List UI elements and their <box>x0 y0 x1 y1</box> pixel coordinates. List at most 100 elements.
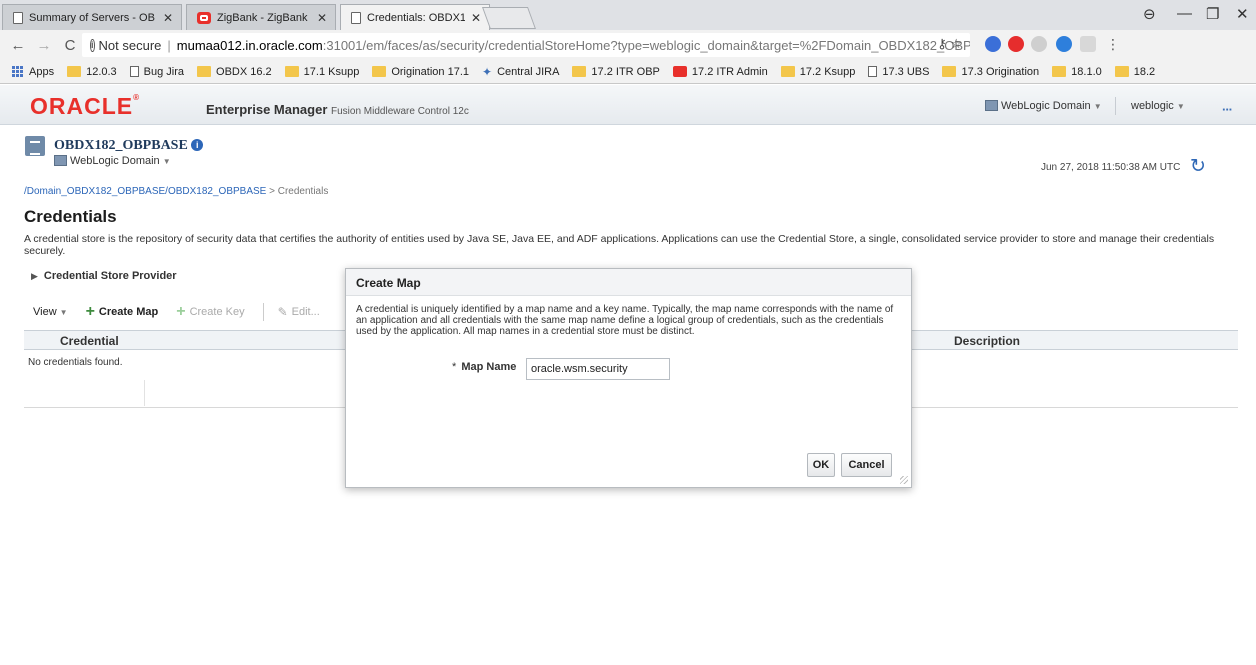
reload-icon[interactable]: C <box>62 37 78 54</box>
forward-icon[interactable]: → <box>36 37 52 54</box>
bookmark-item[interactable]: 12.0.3 <box>67 66 117 78</box>
close-icon[interactable]: ✕ <box>471 11 481 25</box>
bookmark-item[interactable]: 17.3 UBS <box>868 66 929 78</box>
create-map-button[interactable]: + Create Map <box>86 303 159 321</box>
domain-menu-label: WebLogic Domain <box>1001 100 1091 112</box>
bookmark-label: 17.2 ITR Admin <box>691 65 768 78</box>
logo-text: ORACLE <box>30 93 134 119</box>
breadcrumb: /Domain_OBDX182_OBPBASE/OBDX182_OBPBASE … <box>24 186 328 197</box>
plus-icon: + <box>176 303 186 320</box>
breadcrumb-current: Credentials <box>277 186 329 197</box>
extension-icon[interactable] <box>1031 36 1047 52</box>
camera-icon[interactable] <box>1080 36 1096 52</box>
new-tab-button[interactable] <box>481 7 537 29</box>
domain-icon <box>985 100 998 111</box>
folder-icon <box>1114 66 1129 77</box>
dialog-title[interactable]: Create Map <box>346 269 911 296</box>
window-close-icon[interactable]: ✕ <box>1236 5 1249 23</box>
bookmark-item[interactable]: 17.3 Origination <box>942 66 1039 78</box>
bookmark-item[interactable]: OBDX 16.2 <box>197 66 272 78</box>
domain-menu[interactable]: WebLogic Domain ▼ <box>985 100 1102 112</box>
bookmark-apps[interactable]: Apps <box>12 66 54 78</box>
folder-icon <box>67 66 82 77</box>
edit-label: Edit... <box>291 306 320 318</box>
bookmark-label: Central JIRA <box>497 65 560 78</box>
back-icon[interactable]: ← <box>10 37 26 54</box>
bookmark-label: 17.1 Ksupp <box>303 65 360 78</box>
cancel-button[interactable]: Cancel <box>841 453 892 477</box>
bookmark-label: Origination 17.1 <box>391 65 469 78</box>
bookmark-item[interactable]: ✦ Central JIRA <box>482 65 559 79</box>
bookmark-item[interactable]: Origination 17.1 <box>372 66 469 78</box>
browser-tab-credentials[interactable]: Credentials: OBDX182_OI ✕ <box>340 4 490 30</box>
ok-button[interactable]: OK <box>807 453 835 477</box>
breadcrumb-separator: > <box>266 186 278 197</box>
page-description: A credential store is the repository of … <box>24 233 1215 257</box>
map-name-label: * Map Name <box>452 361 516 373</box>
page-timestamp: Jun 27, 2018 11:50:38 AM UTC <box>1041 162 1181 173</box>
zigbank-icon <box>672 66 687 77</box>
page-icon <box>13 11 23 24</box>
chevron-down-icon: ▼ <box>1176 102 1185 111</box>
target-navigation-icon[interactable] <box>25 136 45 156</box>
menu-icon[interactable]: ⋮ <box>1106 36 1120 53</box>
bookmark-label: 17.3 UBS <box>882 65 930 78</box>
product-subtitle: Fusion Middleware Control 12c <box>331 106 469 117</box>
folder-icon <box>372 66 387 77</box>
page-icon <box>868 66 878 77</box>
key-icon[interactable]: ⚷ <box>937 36 947 51</box>
extension-icon[interactable] <box>985 36 1001 52</box>
star-icon[interactable]: ☆ <box>950 36 962 51</box>
credential-store-provider-toggle[interactable]: ▶ Credential Store Provider <box>31 270 177 282</box>
edit-button[interactable]: ✎ Edit... <box>278 305 320 319</box>
browser-tab-zigbank[interactable]: ZigBank - ZigBank ✕ <box>186 4 336 30</box>
toolbar-divider <box>262 303 264 321</box>
address-bar[interactable]: i Not secure | mumaa012.in.oracle.com:31… <box>82 33 970 57</box>
bookmark-label: 17.2 ITR OBP <box>591 65 660 78</box>
refresh-icon[interactable]: ↻ <box>1190 157 1212 177</box>
folder-icon <box>780 66 795 77</box>
map-name-input[interactable] <box>526 358 670 380</box>
bookmark-item[interactable]: 18.2 <box>1114 66 1155 78</box>
resize-handle-icon[interactable] <box>900 476 908 484</box>
info-icon[interactable]: i <box>191 139 204 151</box>
close-icon[interactable]: ✕ <box>317 11 327 25</box>
zigbank-icon <box>197 11 211 24</box>
profile-icon[interactable]: ⊖ <box>1143 5 1156 23</box>
bookmark-item[interactable]: Bug Jira <box>129 65 185 78</box>
info-icon[interactable]: i <box>90 38 95 52</box>
omnibox-icons: ⚷ ☆ <box>937 36 962 52</box>
target-type-menu[interactable]: WebLogic Domain ▼ <box>54 155 171 167</box>
required-indicator: * <box>452 361 457 373</box>
column-header-description[interactable]: Description <box>954 334 1020 348</box>
bookmark-item[interactable]: 17.2 ITR OBP <box>572 65 660 78</box>
browser-tab-servers[interactable]: Summary of Servers - OB ✕ <box>2 4 182 30</box>
chevron-down-icon: ▼ <box>59 307 68 317</box>
user-menu[interactable]: weblogic ▼ <box>1131 100 1185 112</box>
folder-icon <box>197 66 212 77</box>
bookmark-label: Bug Jira <box>143 65 185 78</box>
oracle-logo: ORACLE® <box>30 93 141 119</box>
extension-icon[interactable] <box>1056 36 1072 52</box>
folder-icon <box>942 66 957 77</box>
bookmark-item[interactable]: 17.2 Ksupp <box>780 66 855 78</box>
folder-icon <box>572 66 587 77</box>
breadcrumb-link[interactable]: /Domain_OBDX182_OBPBASE/OBDX182_OBPBASE <box>24 186 266 197</box>
bookmark-item[interactable]: 17.1 Ksupp <box>284 65 360 78</box>
column-header-credential[interactable]: Credential <box>60 334 119 348</box>
target-name: OBDX182_OBPBASE i <box>54 138 204 154</box>
chevron-down-icon: ▼ <box>162 157 171 166</box>
close-icon[interactable]: ✕ <box>163 11 173 25</box>
more-icon[interactable]: ··· <box>1222 102 1233 117</box>
opera-icon[interactable] <box>1008 36 1024 52</box>
dialog-description: A credential is uniquely identified by a… <box>356 304 894 337</box>
create-key-button[interactable]: + Create Key <box>176 303 244 321</box>
minimize-icon[interactable]: — <box>1177 5 1192 22</box>
tab-title: Summary of Servers - OB <box>29 11 155 24</box>
bookmark-item[interactable]: 18.1.0 <box>1052 66 1102 78</box>
pencil-icon: ✎ <box>277 305 288 319</box>
empty-table-message: No credentials found. <box>28 357 123 368</box>
bookmark-item[interactable]: 17.2 ITR Admin <box>672 65 768 78</box>
restore-icon[interactable]: ❐ <box>1206 5 1219 23</box>
view-menu[interactable]: View ▼ <box>33 306 68 318</box>
